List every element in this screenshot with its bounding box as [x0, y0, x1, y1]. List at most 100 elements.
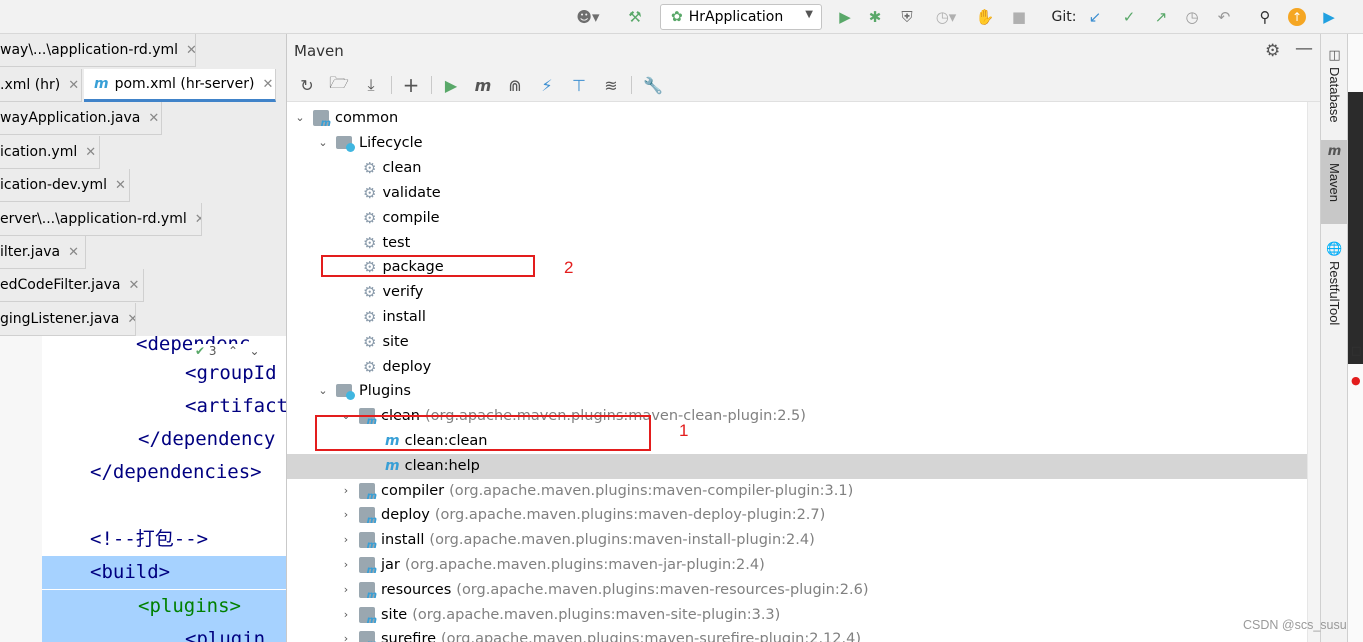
right-tool-strip: ◫ Database m Maven 🌐 RestfulTool — [1320, 34, 1348, 642]
close-icon[interactable]: ✕ — [148, 111, 159, 126]
git-commit-icon[interactable]: ✓ — [1118, 5, 1140, 29]
plugin-resources[interactable]: ›resources(org.apache.maven.plugins:mave… — [339, 577, 868, 602]
add-icon[interactable]: + — [399, 73, 423, 97]
code-line: <groupId — [185, 362, 277, 384]
close-icon[interactable]: ✕ — [68, 78, 79, 93]
inspection-hint[interactable]: ✔ 3 ⌃ ⌄ — [195, 344, 260, 358]
plugin-install[interactable]: ›install(org.apache.maven.plugins:maven-… — [339, 527, 815, 552]
reload-icon[interactable]: ↻ — [295, 74, 319, 96]
lifecycle-verify[interactable]: ⚙ verify — [363, 279, 423, 304]
plugin-site[interactable]: ›site(org.apache.maven.plugins:maven-sit… — [339, 602, 780, 627]
close-icon[interactable]: ✕ — [127, 312, 135, 327]
close-icon[interactable]: ✕ — [262, 77, 273, 92]
plugin-compiler[interactable]: ›compiler(org.apache.maven.plugins:maven… — [339, 478, 853, 503]
debug-icon[interactable]: ✱ — [864, 5, 886, 29]
gear-icon: ⚙ — [363, 307, 377, 326]
tree-node-common[interactable]: ⌄ common — [293, 105, 398, 130]
close-icon[interactable]: ✕ — [195, 212, 201, 227]
git-update-icon[interactable]: ↙ — [1084, 5, 1106, 29]
spring-app-icon: ✿ — [671, 9, 683, 25]
close-icon[interactable]: ✕ — [186, 43, 195, 58]
plugin-deploy[interactable]: ›deploy(org.apache.maven.plugins:maven-d… — [339, 502, 825, 527]
lifecycle-test[interactable]: ⚙ test — [363, 230, 410, 255]
wrench-icon[interactable]: 🔧 — [641, 74, 665, 96]
background-window-edge: □ ● — [1347, 34, 1363, 642]
user-menu-icon[interactable]: ☻▾ — [570, 5, 606, 29]
code-editor[interactable]: <dependenc ✔ 3 ⌃ ⌄ <groupId <artifact </… — [0, 336, 286, 642]
tab-filter-java[interactable]: ilter.java ✕ — [0, 236, 86, 269]
chevron-down-icon[interactable]: ⌄ — [316, 136, 330, 149]
tab-listener-java[interactable]: gingListener.java ✕ — [0, 303, 136, 336]
close-icon[interactable]: ✕ — [68, 245, 79, 260]
gear-icon: ⚙ — [363, 282, 377, 301]
coverage-icon[interactable]: ⛨ — [896, 5, 918, 29]
download-icon[interactable]: ⤓ — [359, 74, 383, 96]
update-icon[interactable]: ↑ — [1286, 5, 1308, 29]
lifecycle-validate[interactable]: ⚙ validate — [363, 180, 441, 205]
watermark: CSDN @scs_susu — [1243, 618, 1347, 632]
maven-project-tree[interactable]: ⌄ common ⌄ Lifecycle ⚙clean ⚙validate ⚙c… — [287, 102, 1321, 642]
tab-pom-hr[interactable]: .xml (hr) ✕ — [0, 69, 82, 102]
plugin-surefire[interactable]: ›surefire(org.apache.maven.plugins:maven… — [339, 626, 861, 642]
tab-application-yml[interactable]: ication.yml ✕ — [0, 136, 100, 169]
code-line: </dependency — [138, 428, 276, 450]
tool-tab-maven[interactable]: m Maven — [1321, 140, 1348, 224]
git-push-icon[interactable]: ↗ — [1150, 5, 1172, 29]
attach-icon[interactable]: ✋ — [974, 5, 996, 29]
lifecycle-clean[interactable]: ⚙ clean — [363, 155, 421, 180]
chevron-right-icon[interactable]: › — [339, 533, 353, 546]
show-dependencies-icon[interactable]: ⊤ — [567, 74, 591, 96]
search-icon[interactable]: ⚲ — [1254, 5, 1276, 29]
rollback-icon[interactable]: ↶ — [1213, 5, 1235, 29]
maven-toolbar: ↻ 🗁 ⤓ + ▶ m ⋒ ⚡ ⊤ ≋ 🔧 — [287, 68, 1321, 102]
collapse-all-icon[interactable]: ≋ — [599, 74, 623, 96]
run-icon[interactable]: ▶ — [834, 5, 856, 29]
tab-gateway-application-java[interactable]: wayApplication.java ✕ — [0, 102, 162, 135]
run-configuration-select[interactable]: ✿ HrApplication ▼ — [660, 4, 822, 30]
profile-icon[interactable]: ◷▾ — [926, 5, 966, 29]
tab-application-rd-yml[interactable]: way\...\application-rd.yml ✕ — [0, 34, 196, 67]
chevron-right-icon[interactable]: › — [339, 583, 353, 596]
chevron-right-icon[interactable]: › — [339, 608, 353, 621]
close-icon[interactable]: ✕ — [129, 278, 140, 293]
chevron-down-icon[interactable]: ⌄ — [316, 384, 330, 397]
tab-application-dev-yml[interactable]: ication-dev.yml ✕ — [0, 169, 130, 202]
chevron-down-icon[interactable]: ⌄ — [293, 111, 307, 124]
chevron-right-icon[interactable]: › — [339, 558, 353, 571]
maven-goal-icon[interactable]: m — [471, 74, 495, 96]
plugin-logo-icon[interactable]: ▶ — [1318, 5, 1340, 29]
tab-verified-code-filter-java[interactable]: edCodeFilter.java ✕ — [0, 269, 144, 302]
tab-pom-hr-server[interactable]: m pom.xml (hr-server) ✕ — [84, 69, 276, 102]
minimize-icon[interactable]: — — [1295, 38, 1313, 59]
chevron-right-icon[interactable]: › — [339, 632, 353, 642]
lifecycle-deploy[interactable]: ⚙ deploy — [363, 354, 431, 379]
lifecycle-site[interactable]: ⚙ site — [363, 329, 409, 354]
tab-server-application-rd-yml[interactable]: erver\...\application-rd.yml ✕ — [0, 203, 202, 236]
chevron-down-icon[interactable]: ⌄ — [250, 344, 260, 358]
run-icon[interactable]: ▶ — [439, 74, 463, 96]
history-icon[interactable]: ◷ — [1181, 5, 1203, 29]
gear-icon[interactable]: ⚙ — [1265, 41, 1280, 61]
skip-tests-icon[interactable]: ⚡ — [535, 74, 559, 96]
tool-tab-restfultool[interactable]: 🌐 RestfulTool — [1321, 238, 1348, 348]
goal-clean-help[interactable]: m clean:help — [385, 453, 480, 478]
close-icon[interactable]: ✕ — [85, 145, 96, 160]
code-line: <build> — [42, 556, 286, 589]
lifecycle-compile[interactable]: ⚙ compile — [363, 205, 440, 230]
plugin-jar[interactable]: ›jar(org.apache.maven.plugins:maven-jar-… — [339, 552, 765, 577]
folder-reload-icon[interactable]: 🗁 — [327, 73, 351, 96]
stop-icon[interactable]: ■ — [1008, 5, 1030, 29]
toggle-offline-icon[interactable]: ⋒ — [503, 74, 527, 96]
tree-scrollbar[interactable] — [1307, 102, 1320, 642]
chevron-up-icon[interactable]: ⌃ — [228, 344, 238, 358]
maven-plugin-icon — [359, 581, 377, 601]
tool-tab-database[interactable]: ◫ Database — [1321, 44, 1348, 134]
build-hammer-icon[interactable]: ⚒ — [622, 5, 648, 29]
tree-node-lifecycle[interactable]: ⌄ Lifecycle — [316, 130, 423, 155]
chevron-right-icon[interactable]: › — [339, 484, 353, 497]
close-icon[interactable]: ✕ — [115, 178, 126, 193]
chevron-right-icon[interactable]: › — [339, 508, 353, 521]
tree-node-plugins[interactable]: ⌄ Plugins — [316, 378, 411, 403]
tab-label: edCodeFilter.java — [0, 277, 121, 293]
lifecycle-install[interactable]: ⚙ install — [363, 304, 426, 329]
